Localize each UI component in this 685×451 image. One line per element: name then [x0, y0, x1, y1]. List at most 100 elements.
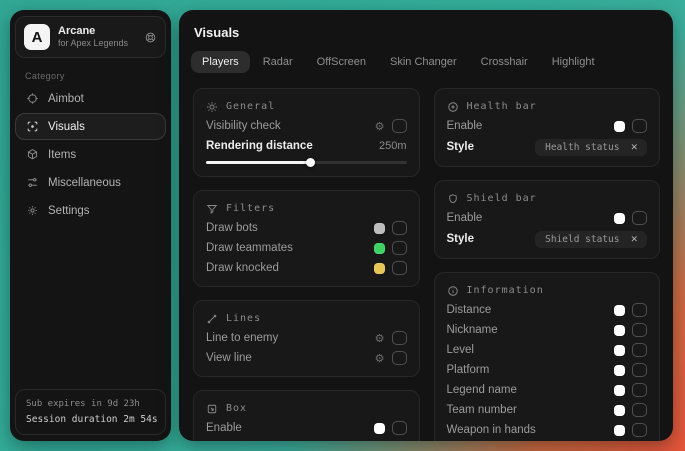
row-health-style: Style Health status ✕ [447, 136, 648, 158]
sidebar-item-label: Aimbot [48, 93, 84, 105]
box-enable-color-swatch[interactable] [374, 423, 385, 434]
row-box-enable-background: Enable background [206, 438, 407, 441]
platform-color-swatch[interactable] [614, 365, 625, 376]
line-to-enemy-checkbox[interactable] [392, 331, 407, 345]
draw-teammates-checkbox[interactable] [392, 241, 407, 255]
box-icon [206, 403, 218, 415]
app-logo-card: A Arcane for Apex Legends [15, 16, 166, 58]
session-duration-text: Session duration 2m 54s [26, 413, 155, 426]
row-team-number: Team number [447, 400, 648, 420]
sidebar-item-miscellaneous[interactable]: Miscellaneous [15, 169, 166, 196]
row-rendering-distance: Rendering distance 250m [206, 136, 407, 156]
section-title: Health bar [467, 101, 537, 112]
main-panel: Visuals Players Radar OffScreen Skin Cha… [179, 10, 673, 441]
section-title: Information [467, 285, 544, 296]
nickname-color-swatch[interactable] [614, 325, 625, 336]
sub-expiry-text: Sub expires in 9d 23h [26, 397, 155, 412]
cube-icon [25, 148, 39, 161]
rendering-distance-slider[interactable] [206, 157, 407, 168]
health-enable-color-swatch[interactable] [614, 121, 625, 132]
tab-skin-changer[interactable]: Skin Changer [379, 51, 468, 73]
target-icon[interactable] [144, 31, 157, 44]
visibility-check-checkbox[interactable] [392, 119, 407, 133]
sidebar-item-settings[interactable]: Settings [15, 197, 166, 224]
row-draw-bots: Draw bots [206, 218, 407, 238]
platform-checkbox[interactable] [632, 363, 647, 377]
draw-bots-checkbox[interactable] [392, 221, 407, 235]
health-icon [447, 101, 459, 113]
shield-enable-checkbox[interactable] [632, 211, 647, 225]
tab-crosshair[interactable]: Crosshair [470, 51, 539, 73]
tab-offscreen[interactable]: OffScreen [306, 51, 377, 73]
section-lines: Lines Line to enemy ⚙ View line ⚙ [193, 300, 420, 377]
draw-knocked-color-swatch[interactable] [374, 263, 385, 274]
gear-icon [25, 204, 39, 217]
sidebar: A Arcane for Apex Legends Category Aimbo… [10, 10, 171, 441]
row-settings-gear-icon[interactable]: ⚙ [375, 353, 385, 364]
section-title: Shield bar [467, 193, 537, 204]
team-number-checkbox[interactable] [632, 403, 647, 417]
legend-name-checkbox[interactable] [632, 383, 647, 397]
row-level: Level [447, 340, 648, 360]
nickname-checkbox[interactable] [632, 323, 647, 337]
row-draw-knocked: Draw knocked [206, 258, 407, 278]
section-title: Lines [226, 313, 261, 324]
level-checkbox[interactable] [632, 343, 647, 357]
sections-scroll-area[interactable]: General Visibility check ⚙ Rendering dis… [193, 88, 660, 441]
team-number-color-swatch[interactable] [614, 405, 625, 416]
line-icon [206, 313, 218, 325]
app-logo: A [24, 24, 50, 50]
row-draw-teammates: Draw teammates [206, 238, 407, 258]
row-settings-gear-icon[interactable]: ⚙ [375, 121, 385, 132]
section-box: Box Enable Enable background [193, 390, 420, 441]
clear-icon[interactable]: ✕ [628, 234, 640, 245]
clear-icon[interactable]: ✕ [628, 142, 640, 153]
shield-icon [447, 193, 459, 205]
level-color-swatch[interactable] [614, 345, 625, 356]
draw-knocked-checkbox[interactable] [392, 261, 407, 275]
sidebar-item-label: Miscellaneous [48, 177, 121, 189]
tab-players[interactable]: Players [191, 51, 250, 73]
row-distance: Distance [447, 300, 648, 320]
section-title: General [226, 101, 275, 112]
sliders-icon [25, 176, 39, 189]
sidebar-item-label: Items [48, 149, 76, 161]
shield-enable-color-swatch[interactable] [614, 213, 625, 224]
view-line-checkbox[interactable] [392, 351, 407, 365]
row-weapon-in-hands: Weapon in hands [447, 420, 648, 440]
app-subtitle: for Apex Legends [58, 38, 136, 49]
sidebar-item-label: Settings [48, 205, 90, 217]
weapon-in-hands-checkbox[interactable] [632, 423, 647, 437]
distance-checkbox[interactable] [632, 303, 647, 317]
weapon-in-hands-color-swatch[interactable] [614, 425, 625, 436]
app-title: Arcane [58, 25, 136, 39]
tab-radar[interactable]: Radar [252, 51, 304, 73]
slider-thumb[interactable] [306, 158, 315, 167]
row-visibility-check: Visibility check ⚙ [206, 116, 407, 136]
row-line-to-enemy: Line to enemy ⚙ [206, 328, 407, 348]
row-box-enable: Enable [206, 418, 407, 438]
sidebar-item-aimbot[interactable]: Aimbot [15, 85, 166, 112]
row-health-enable: Enable [447, 116, 648, 136]
section-health-bar: Health bar Enable Style Health status ✕ [434, 88, 661, 167]
sidebar-item-visuals[interactable]: Visuals [15, 113, 166, 140]
sidebar-item-label: Visuals [48, 121, 85, 133]
legend-name-color-swatch[interactable] [614, 385, 625, 396]
tab-bar: Players Radar OffScreen Skin Changer Cro… [191, 51, 673, 73]
row-nickname: Nickname [447, 320, 648, 340]
rendering-distance-value: 250m [379, 140, 407, 152]
health-style-select[interactable]: Health status ✕ [535, 139, 647, 156]
crosshair-icon [25, 92, 39, 105]
row-settings-gear-icon[interactable]: ⚙ [375, 333, 385, 344]
sidebar-item-items[interactable]: Items [15, 141, 166, 168]
draw-bots-color-swatch[interactable] [374, 223, 385, 234]
row-legend-name: Legend name [447, 380, 648, 400]
shield-style-select[interactable]: Shield status ✕ [535, 231, 647, 248]
tab-highlight[interactable]: Highlight [541, 51, 606, 73]
health-enable-checkbox[interactable] [632, 119, 647, 133]
section-filters: Filters Draw bots Draw teammates [193, 190, 420, 287]
draw-teammates-color-swatch[interactable] [374, 243, 385, 254]
section-title: Filters [226, 203, 275, 214]
box-enable-checkbox[interactable] [392, 421, 407, 435]
distance-color-swatch[interactable] [614, 305, 625, 316]
